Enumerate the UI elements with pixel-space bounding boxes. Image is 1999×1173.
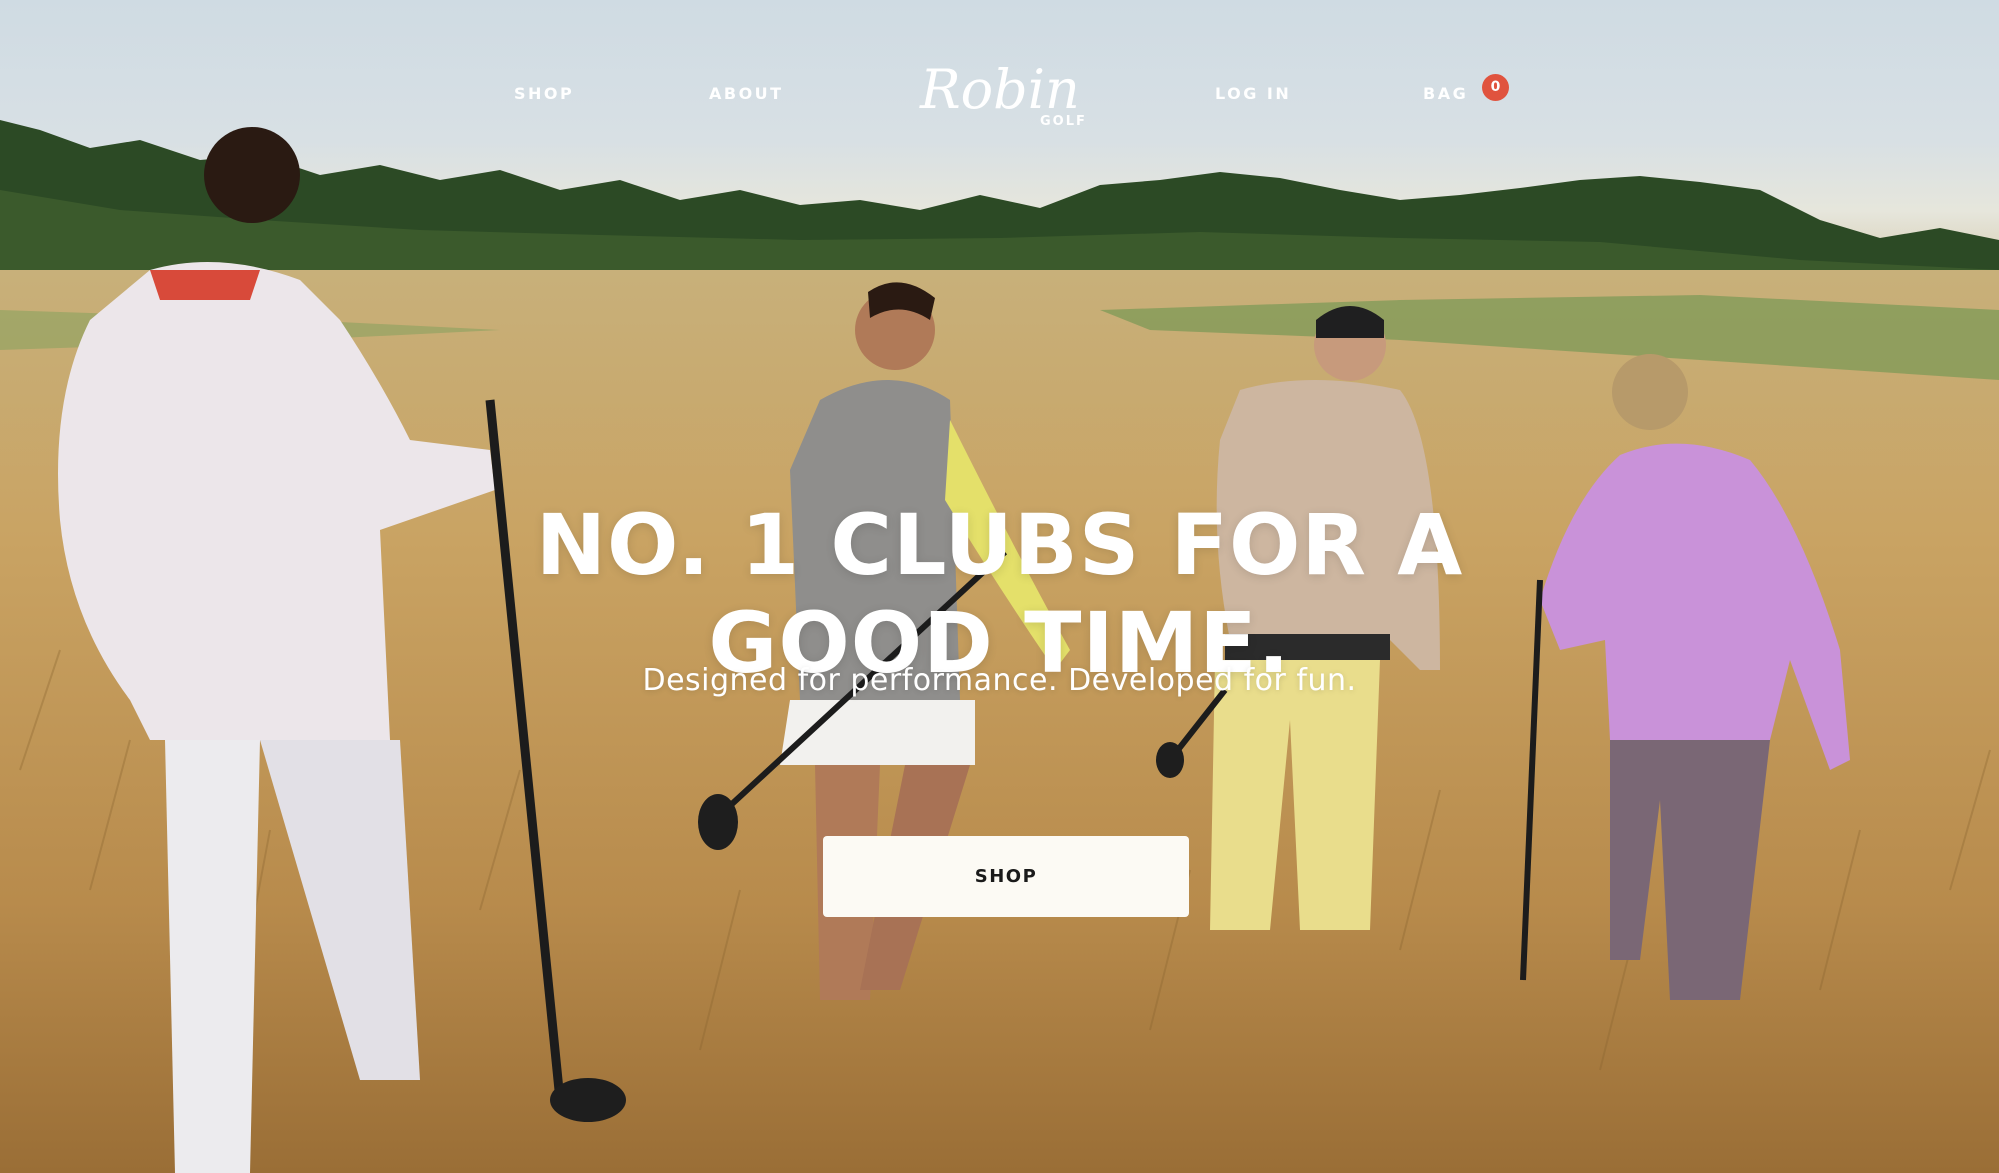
bag-count-badge[interactable]: 0 xyxy=(1482,74,1509,101)
nav-login-link[interactable]: LOG IN xyxy=(1215,84,1291,103)
logo-subtext: GOLF xyxy=(1040,114,1087,129)
hero-subheadline: Designed for performance. Developed for … xyxy=(642,663,1357,698)
hero-headline-line-1: NO. 1 CLUBS FOR A xyxy=(535,496,1464,595)
shop-cta-button[interactable]: SHOP xyxy=(823,836,1189,917)
hero-section: SHOP ABOUT Robin GOLF LOG IN BAG 0 NO. 1… xyxy=(0,0,1999,1173)
robin-golf-logo[interactable]: Robin GOLF xyxy=(916,56,1088,134)
nav-shop-link[interactable]: SHOP xyxy=(514,84,574,103)
nav-about-link[interactable]: ABOUT xyxy=(709,84,784,103)
top-navigation: SHOP ABOUT Robin GOLF LOG IN BAG 0 xyxy=(0,0,1999,190)
logo-script-text: Robin xyxy=(919,58,1080,121)
nav-bag-link[interactable]: BAG xyxy=(1423,84,1468,103)
